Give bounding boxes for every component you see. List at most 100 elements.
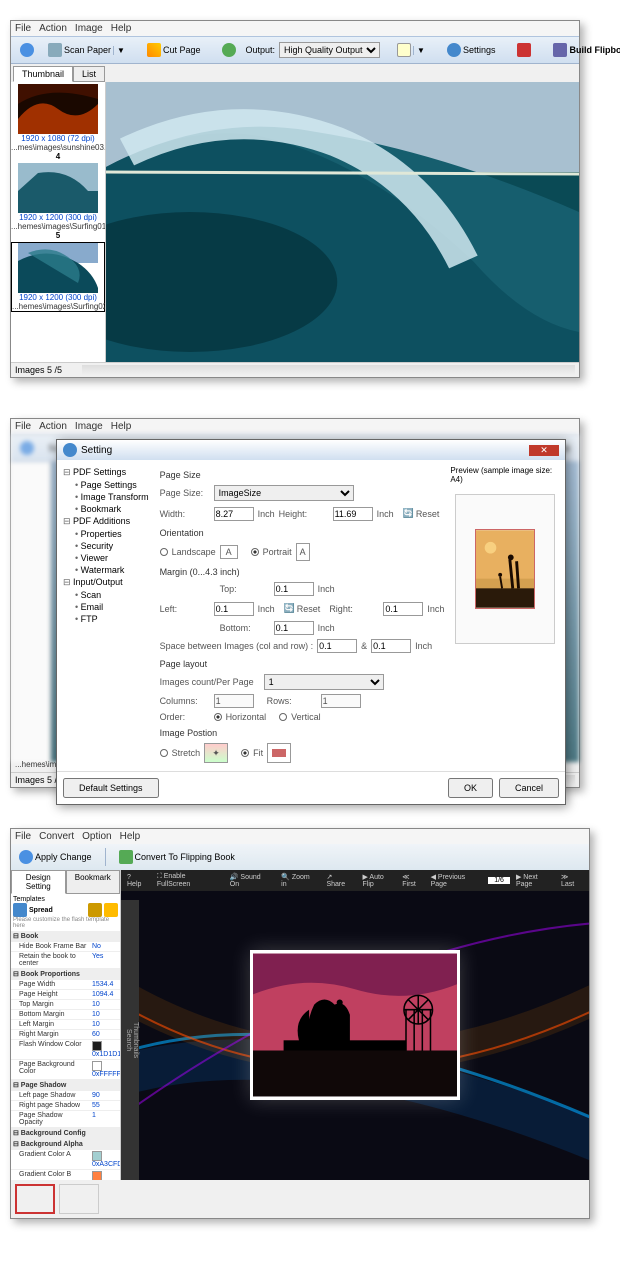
prop-row[interactable]: Page Background Color 0xFFFFFF	[11, 1060, 120, 1080]
prop-row[interactable]: Retain the book to centerYes	[11, 952, 120, 969]
tree-bookmark[interactable]: Bookmark	[63, 503, 154, 515]
tree-page-settings[interactable]: Page Settings	[63, 479, 154, 491]
tree-security[interactable]: Security	[63, 540, 154, 552]
default-settings-button[interactable]: Default Settings	[63, 778, 159, 798]
close-button[interactable]: ✕	[529, 445, 559, 456]
menu-file[interactable]: File	[15, 23, 31, 34]
help-button[interactable]: ? Help	[127, 874, 147, 888]
menu-image[interactable]: Image	[75, 23, 103, 34]
page-size-select[interactable]: ImageSize	[214, 485, 354, 501]
output-icon[interactable]	[217, 40, 241, 60]
tree-scan[interactable]: Scan	[63, 589, 154, 601]
landscape-radio[interactable]	[160, 548, 168, 556]
stretch-radio[interactable]	[160, 749, 168, 757]
prop-value[interactable]: 60	[90, 1030, 120, 1039]
last-page-button[interactable]: ≫ Last	[561, 873, 583, 888]
tree-email[interactable]: Email	[63, 601, 154, 613]
space-row-input[interactable]	[371, 639, 411, 653]
prop-value[interactable]: 0x1D1D1D	[90, 1040, 120, 1059]
prop-group[interactable]: ⊟ Book Proportions	[11, 969, 120, 979]
tree-watermark[interactable]: Watermark	[63, 564, 154, 576]
menu-help[interactable]: Help	[111, 421, 132, 432]
height-input[interactable]	[333, 507, 373, 521]
prop-group[interactable]: ⊟ Background Config	[11, 1128, 120, 1138]
prop-row[interactable]: Right page Shadow55	[11, 1101, 120, 1111]
reset-button[interactable]: 🔄 Reset	[398, 505, 445, 522]
prop-group[interactable]: ⊟ Background Alpha	[11, 1139, 120, 1149]
color-picker[interactable]: ▼	[392, 40, 430, 60]
menu-file[interactable]: File	[15, 421, 31, 432]
tab-design-setting[interactable]: Design Setting	[11, 870, 66, 894]
tab-list[interactable]: List	[73, 66, 105, 82]
tab-bookmark[interactable]: Bookmark	[66, 870, 121, 894]
menu-action[interactable]: Action	[39, 421, 67, 432]
blank-thumb[interactable]	[59, 1184, 99, 1214]
count-select[interactable]: 1	[264, 674, 384, 690]
tab-thumbnail[interactable]: Thumbnail	[13, 66, 73, 82]
book-page[interactable]	[250, 950, 460, 1100]
prop-value[interactable]: 0xA3CFD1	[90, 1150, 120, 1169]
thumbnail-item[interactable]: 1920 x 1200 (300 dpi) ...hemes\images\Su…	[11, 163, 105, 240]
prop-group[interactable]: ⊟ Book	[11, 931, 120, 941]
chevron-down-icon[interactable]: ▼	[113, 46, 125, 55]
prop-row[interactable]: Page Width1534.4	[11, 980, 120, 990]
scrollbar[interactable]	[82, 365, 575, 375]
thumbnail-item[interactable]: 1920 x 1080 (72 dpi) ...mes\images\sunsh…	[11, 84, 105, 161]
apply-change-button[interactable]: Apply Change	[14, 847, 97, 867]
prop-row[interactable]: Top Margin10	[11, 1000, 120, 1010]
space-col-input[interactable]	[317, 639, 357, 653]
tree-image-transform[interactable]: Image Transform	[63, 491, 154, 503]
selected-thumb[interactable]	[15, 1184, 55, 1214]
tree-input-output[interactable]: Input/Output	[63, 576, 154, 589]
pdf-icon[interactable]	[512, 40, 536, 60]
menu-option[interactable]: Option	[82, 831, 111, 842]
prop-value[interactable]: 10	[90, 1020, 120, 1029]
menu-convert[interactable]: Convert	[39, 831, 74, 842]
prop-row[interactable]: Left Margin10	[11, 1020, 120, 1030]
prop-value[interactable]: 0xFFFFFF	[90, 1060, 120, 1079]
portrait-icon[interactable]: A	[296, 543, 310, 561]
prop-value[interactable]: Yes	[90, 952, 120, 968]
zoom-button[interactable]: 🔍 Zoom in	[281, 873, 316, 888]
auto-flip-button[interactable]: ▶ Auto Flip	[362, 873, 396, 888]
cols-input[interactable]	[214, 694, 254, 708]
right-input[interactable]	[383, 602, 423, 616]
prop-value[interactable]: 1	[90, 1111, 120, 1127]
menu-image[interactable]: Image	[75, 421, 103, 432]
next-page-button[interactable]: ▶ Next Page	[516, 873, 555, 888]
tree-pdf-settings[interactable]: PDF Settings	[63, 466, 154, 479]
top-input[interactable]	[274, 582, 314, 596]
prop-row[interactable]: Left page Shadow90	[11, 1091, 120, 1101]
fit-radio[interactable]	[241, 749, 249, 757]
fullscreen-button[interactable]: ⛶ Enable FullScreen	[157, 873, 220, 888]
horizontal-radio[interactable]	[214, 713, 222, 721]
reset-margin-button[interactable]: 🔄 Reset	[279, 600, 326, 617]
prop-value[interactable]: 10	[90, 1000, 120, 1009]
prop-row[interactable]: Gradient Color B 0xFF8040	[11, 1170, 120, 1180]
prop-row[interactable]: Flash Window Color 0x1D1D1D	[11, 1040, 120, 1060]
prop-row[interactable]: Bottom Margin10	[11, 1010, 120, 1020]
menu-action[interactable]: Action	[39, 23, 67, 34]
build-flipbook-button[interactable]: Build Flipbook▼	[548, 40, 620, 60]
landscape-icon[interactable]: A	[220, 545, 238, 559]
prop-value[interactable]: 1094.4	[90, 990, 120, 999]
thumbnails-tool[interactable]: Thumbnails	[132, 900, 139, 1180]
prop-row[interactable]: Page Shadow Opacity1	[11, 1111, 120, 1128]
menu-help[interactable]: Help	[120, 831, 141, 842]
tree-pdf-additions[interactable]: PDF Additions	[63, 515, 154, 528]
tree-properties[interactable]: Properties	[63, 528, 154, 540]
convert-button[interactable]: Convert To Flipping Book	[114, 847, 240, 867]
share-button[interactable]: ↗ Share	[326, 873, 352, 888]
prop-group[interactable]: ⊟ Page Shadow	[11, 1080, 120, 1090]
prop-row[interactable]: Page Height1094.4	[11, 990, 120, 1000]
settings-button[interactable]: Settings	[442, 40, 501, 60]
rows-input[interactable]	[321, 694, 361, 708]
ok-button[interactable]: OK	[448, 778, 493, 798]
scan-paper-button[interactable]: Scan Paper▼	[43, 40, 130, 60]
cancel-button[interactable]: Cancel	[499, 778, 559, 798]
prev-page-button[interactable]: ◀ Previous Page	[431, 873, 483, 888]
page-indicator[interactable]: 1/6	[488, 877, 510, 884]
prop-value[interactable]: 55	[90, 1101, 120, 1110]
search-tool[interactable]: Search	[125, 900, 132, 1180]
menu-file[interactable]: File	[15, 831, 31, 842]
